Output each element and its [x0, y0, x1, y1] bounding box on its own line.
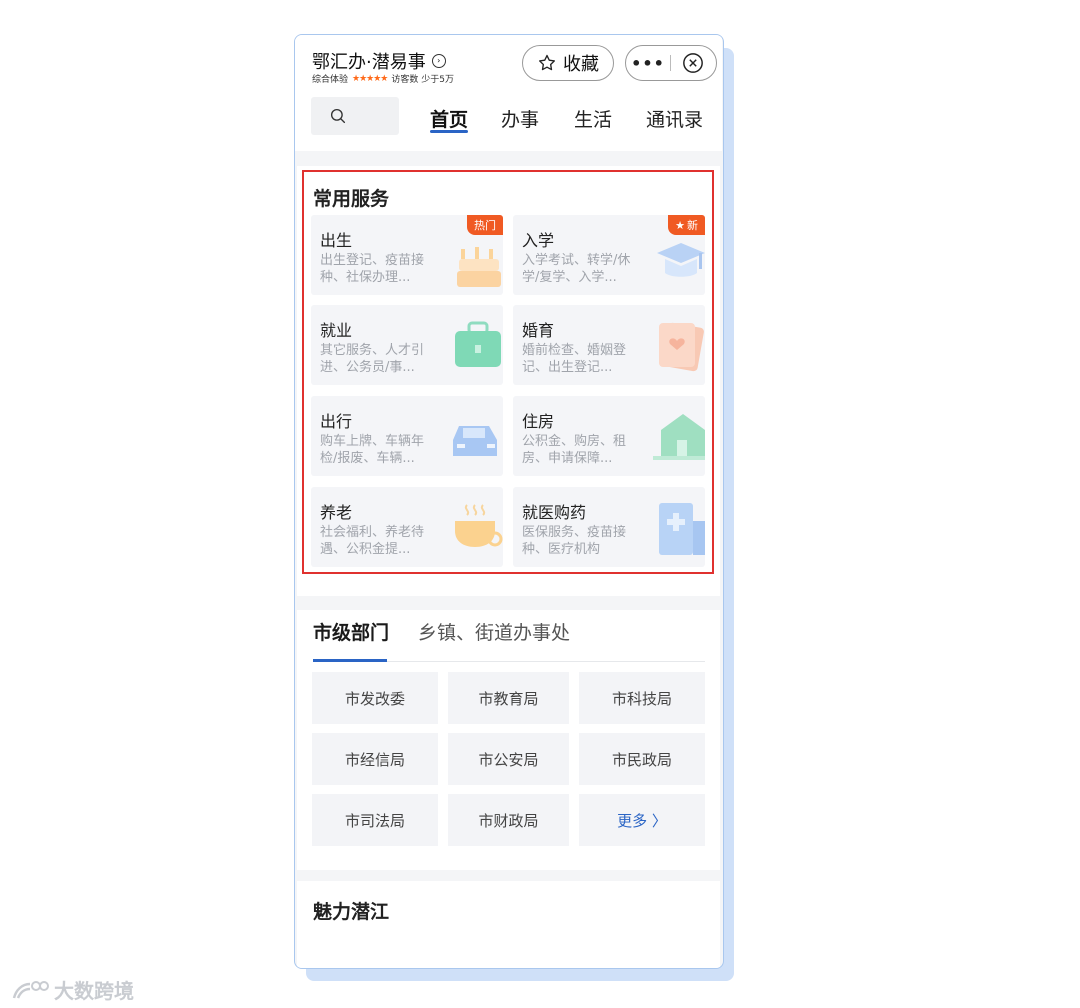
watermark-text: 大数跨境 [54, 979, 134, 1003]
dept-button[interactable]: 市民政局 [579, 733, 705, 785]
more-dots-icon[interactable]: ••• [626, 54, 670, 73]
active-tab-indicator [430, 130, 468, 133]
dept-button[interactable]: 市财政局 [448, 794, 569, 846]
dept-button[interactable]: 市发改委 [312, 672, 438, 724]
charm-title: 魅力潜江 [313, 901, 390, 923]
tab-contacts[interactable]: 通讯录 [646, 105, 703, 132]
favorite-label: 收藏 [563, 54, 599, 75]
rating-stars: ★★★★★ [352, 73, 388, 84]
rating-label: 综合体验 [312, 75, 349, 85]
dept-button[interactable]: 市司法局 [312, 794, 438, 846]
dept-button[interactable]: 市公安局 [448, 733, 569, 785]
watermark-logo-icon [12, 980, 49, 999]
search-button[interactable] [311, 97, 399, 135]
dept-button[interactable]: 市科技局 [579, 672, 705, 724]
tab-town-offices[interactable]: 乡镇、街道办事处 [418, 618, 570, 645]
search-icon [330, 108, 346, 124]
app-title-text: 鄂汇办·潜易事 [312, 52, 426, 73]
app-title[interactable]: 鄂汇办·潜易事 › [312, 48, 446, 74]
more-departments-button[interactable]: 更多 〉 [579, 794, 705, 846]
star-outline-icon [539, 54, 555, 71]
charm-card [297, 881, 720, 968]
close-circle-icon[interactable] [671, 52, 715, 74]
rating-row: 综合体验 ★★★★★ 访客数 少于5万 [312, 72, 454, 86]
tab-affairs[interactable]: 办事 [501, 105, 539, 132]
highlight-frame [302, 170, 714, 574]
dept-button[interactable]: 市经信局 [312, 733, 438, 785]
chevron-right-circle-icon: › [431, 54, 446, 68]
tab-life[interactable]: 生活 [574, 105, 612, 132]
visitor-count: 访客数 少于5万 [391, 75, 454, 85]
tab-city-departments[interactable]: 市级部门 [313, 618, 389, 645]
tab-home[interactable]: 首页 [430, 105, 468, 132]
header: 鄂汇办·潜易事 › 综合体验 ★★★★★ 访客数 少于5万 收藏 ••• 首页 … [295, 35, 722, 151]
favorite-button[interactable]: 收藏 [522, 45, 614, 81]
capsule-menu: ••• [625, 45, 717, 81]
dept-tab-indicator [313, 659, 387, 662]
watermark: 大数跨境 [10, 975, 134, 1004]
dept-button[interactable]: 市教育局 [448, 672, 569, 724]
